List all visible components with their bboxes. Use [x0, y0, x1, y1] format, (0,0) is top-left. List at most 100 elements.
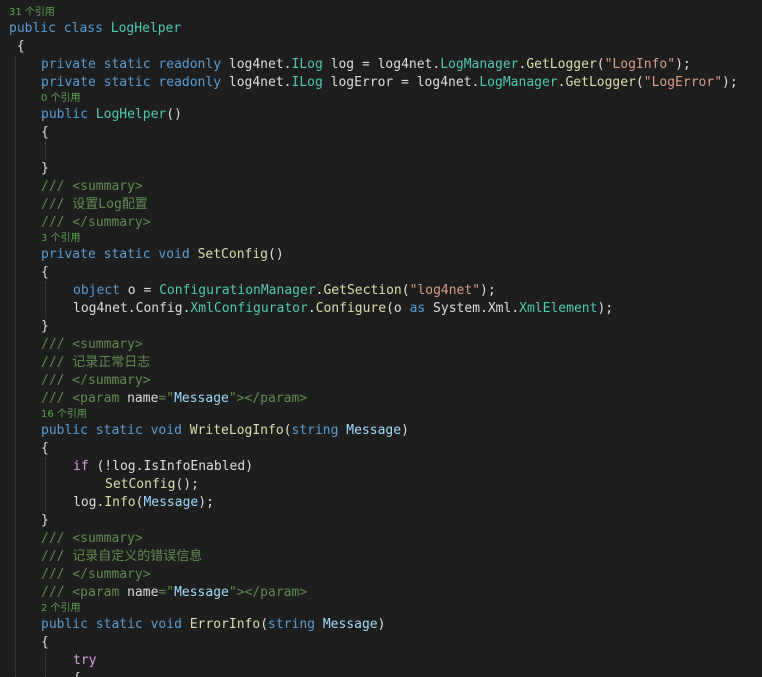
- code-text: .: [307, 301, 316, 316]
- doc-comment: /// <param: [41, 585, 128, 600]
- keyword: static: [103, 75, 151, 90]
- code-text: }: [41, 513, 49, 528]
- keyword: private: [41, 75, 96, 90]
- code-text: {: [41, 125, 49, 140]
- code-text: log4net.Config.: [73, 301, 191, 316]
- code-text: log = log4net.: [322, 57, 441, 72]
- code-line: {: [73, 670, 81, 677]
- code-line: }: [41, 318, 49, 336]
- code-text: o =: [119, 283, 160, 298]
- method-name: GetLogger: [526, 57, 597, 72]
- string-literal: "log4net": [409, 283, 481, 298]
- codelens-references[interactable]: 16 个引用: [41, 408, 87, 421]
- code-text: {: [41, 441, 49, 456]
- reference-count: 0 个引用: [41, 93, 81, 104]
- keyword: readonly: [158, 75, 222, 90]
- codelens-references[interactable]: 2 个引用: [41, 602, 81, 615]
- method-name: GetLogger: [565, 75, 636, 90]
- code-line: private static readonly log4net.ILog log…: [41, 56, 691, 74]
- doc-comment: /// <summary>: [41, 531, 143, 546]
- code-line: private static void SetConfig(): [41, 246, 284, 264]
- code-text: );: [597, 301, 614, 316]
- codelens-references[interactable]: 3 个引用: [41, 232, 81, 245]
- code-text: (o: [386, 301, 410, 316]
- code-line: /// </summary>: [41, 214, 151, 232]
- indent-guide: [45, 142, 46, 160]
- type-name: ILog: [291, 57, 323, 72]
- keyword: readonly: [158, 57, 222, 72]
- type-name: XmlConfigurator: [190, 301, 308, 316]
- code-text: );: [198, 495, 214, 510]
- type-name: ILog: [291, 75, 323, 90]
- parameter-name: Message: [346, 423, 402, 438]
- keyword: public: [41, 423, 88, 438]
- type-name: XmlElement: [519, 301, 598, 316]
- keyword: void: [150, 617, 182, 632]
- method-name: WriteLogInfo: [189, 423, 284, 438]
- code-line: if (!log.IsInfoEnabled): [73, 458, 253, 476]
- doc-comment: /// <summary>: [41, 179, 143, 194]
- string-literal: "LogInfo": [604, 57, 676, 72]
- code-line: }: [41, 160, 49, 178]
- doc-comment: "></param>: [228, 391, 308, 406]
- codelens-references[interactable]: 31 个引用: [9, 6, 55, 19]
- code-text: ();: [175, 477, 199, 492]
- type-name: ConfigurationManager: [159, 283, 316, 298]
- code-text: }: [41, 161, 49, 176]
- code-line: /// <param name="Message"></param>: [41, 390, 307, 408]
- indent-guide: [15, 56, 16, 677]
- keyword: void: [158, 247, 190, 262]
- code-text: log4net.: [221, 75, 292, 90]
- keyword: static: [95, 617, 143, 632]
- doc-comment: =": [158, 391, 175, 406]
- doc-comment: /// <param: [41, 391, 128, 406]
- code-line: {: [41, 440, 49, 458]
- code-text: log.: [73, 495, 105, 510]
- code-line: {: [41, 124, 49, 142]
- code-text: (!log.IsInfoEnabled): [88, 459, 254, 474]
- code-line: /// 设置Log配置: [41, 196, 148, 214]
- keyword: class: [63, 21, 103, 36]
- doc-comment: /// 设置Log配置: [41, 197, 148, 212]
- code-text: (): [268, 247, 284, 262]
- keyword: public: [41, 617, 88, 632]
- control-keyword: if: [73, 459, 89, 474]
- reference-count: 2 个引用: [41, 603, 81, 614]
- method-name: Info: [104, 495, 136, 510]
- code-text: (: [596, 57, 605, 72]
- keyword: private: [41, 247, 96, 262]
- doc-comment: /// <summary>: [41, 337, 143, 352]
- code-line: log.Info(Message);: [73, 494, 214, 512]
- keyword: as: [409, 301, 426, 316]
- code-text: (: [401, 283, 410, 298]
- indent-guide: [45, 282, 46, 318]
- code-line: /// </summary>: [41, 372, 151, 390]
- code-line: public static void ErrorInfo(string Mess…: [41, 616, 385, 634]
- code-text: {: [9, 39, 25, 54]
- code-line: /// 记录自定义的错误信息: [41, 548, 202, 566]
- code-editor[interactable]: 31 个引用 public class LogHelper {private st…: [0, 0, 762, 677]
- code-text: name: [127, 585, 159, 600]
- code-text: {: [41, 265, 49, 280]
- doc-comment: /// </summary>: [41, 373, 151, 388]
- code-text: {: [41, 635, 49, 650]
- type-name: LogManager: [479, 75, 558, 90]
- keyword: object: [73, 283, 120, 298]
- code-text: ): [401, 423, 409, 438]
- code-text: }: [41, 319, 49, 334]
- indent-guide: [45, 458, 46, 512]
- codelens-references[interactable]: 0 个引用: [41, 92, 81, 105]
- code-line: log4net.Config.XmlConfigurator.Configure…: [73, 300, 613, 318]
- parameter-name: Message: [322, 617, 378, 632]
- keyword: public: [41, 107, 88, 122]
- code-line: public LogHelper(): [41, 106, 182, 124]
- code-line: /// <summary>: [41, 530, 143, 548]
- code-line: object o = ConfigurationManager.GetSecti…: [73, 282, 496, 300]
